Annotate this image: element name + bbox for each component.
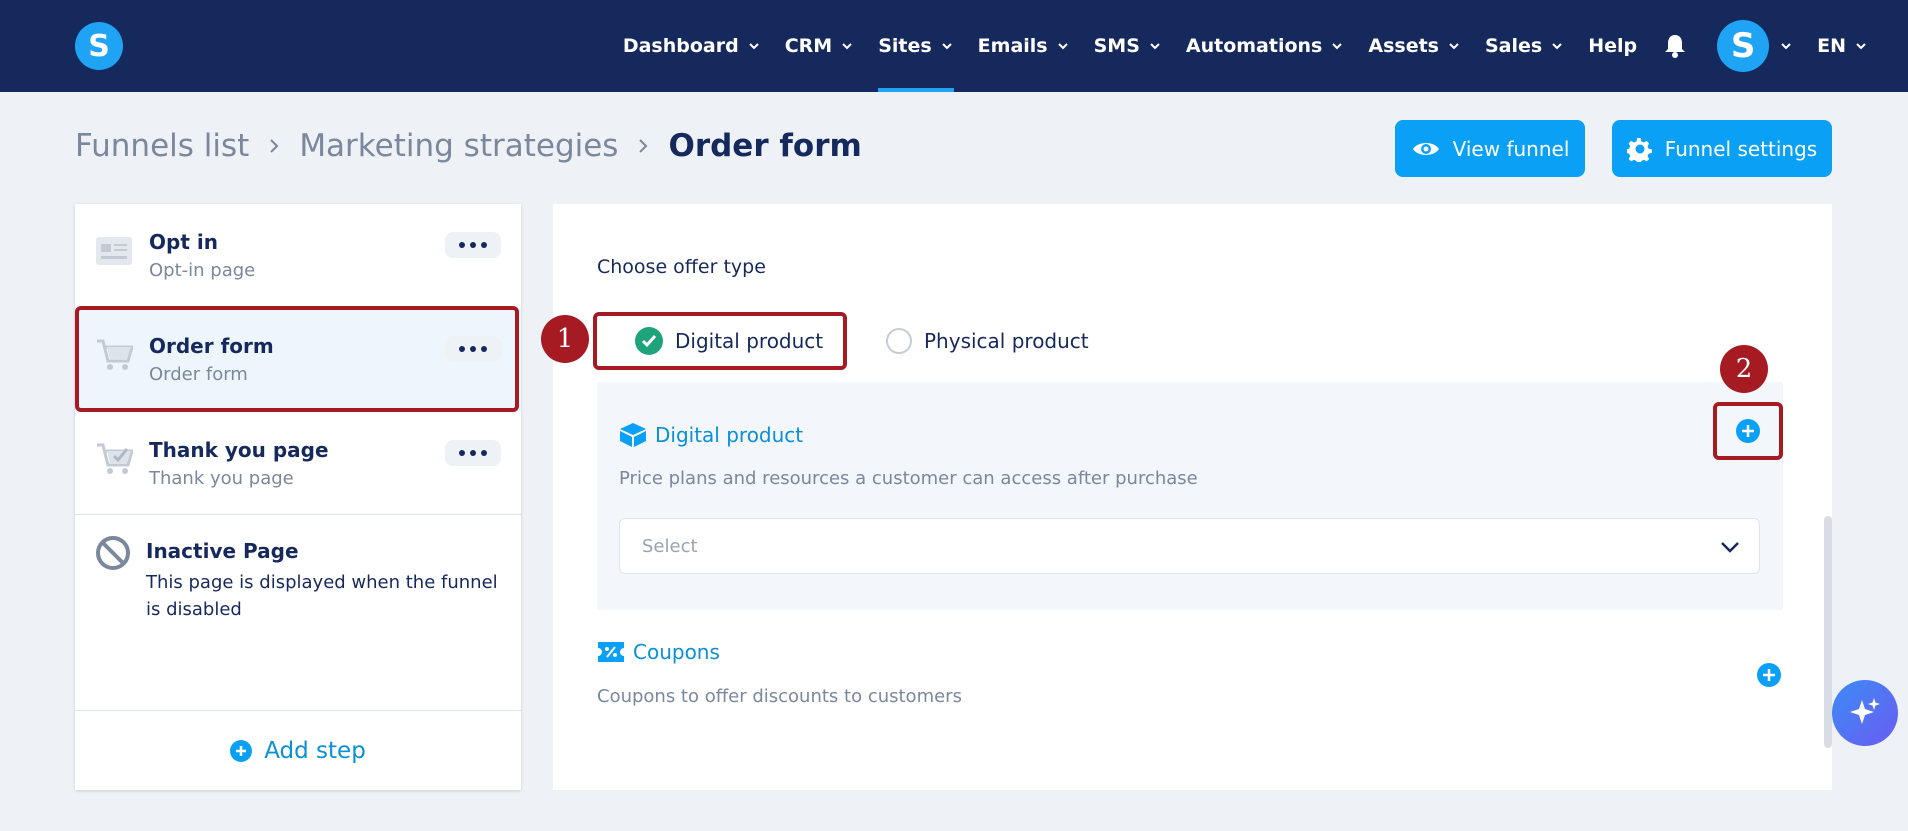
digital-product-section: Digital product Price plans and resource… <box>597 382 1783 610</box>
chevron-down-icon <box>1856 43 1866 50</box>
breadcrumb-marketing-strategies[interactable]: Marketing strategies <box>299 128 618 164</box>
section-description: Coupons to offer discounts to customers <box>597 686 962 707</box>
nav-item-crm[interactable]: CRM <box>785 0 854 92</box>
add-step-label: Add step <box>264 737 366 764</box>
language-selector[interactable]: EN <box>1817 0 1868 92</box>
nav-label: Sites <box>878 35 932 57</box>
radio-label: Physical product <box>924 329 1089 353</box>
section-title: Digital product <box>655 423 804 447</box>
sparkle-icon <box>1850 698 1880 724</box>
user-menu[interactable]: S <box>1717 20 1793 72</box>
section-title: Coupons <box>633 640 720 664</box>
nav-label: Help <box>1588 35 1638 57</box>
add-step-button[interactable]: Add step <box>75 710 521 790</box>
breadcrumb-funnels-list[interactable]: Funnels list <box>75 128 249 164</box>
coupons-heading: Coupons <box>597 640 720 664</box>
more-options-button[interactable] <box>445 232 501 258</box>
nav-label: Dashboard <box>622 35 739 57</box>
funnel-steps-panel: Opt in Opt-in page Order form Order form… <box>75 204 521 790</box>
step-subtitle: Order form <box>149 364 248 385</box>
nav-menu: Dashboard CRM Sites Emails SMS Automatio… <box>599 0 1868 92</box>
chevron-down-icon <box>941 43 952 50</box>
page-title: Order form <box>668 128 862 164</box>
nav-label: SMS <box>1093 35 1140 57</box>
chevron-down-icon <box>1332 43 1343 50</box>
bell-icon[interactable] <box>1661 32 1689 60</box>
gear-icon <box>1626 137 1652 162</box>
more-options-button[interactable] <box>445 440 501 466</box>
plus-circle-icon <box>230 739 253 762</box>
scrollbar[interactable] <box>1824 516 1832 748</box>
chevron-down-icon <box>842 43 852 50</box>
eye-icon <box>1412 142 1439 155</box>
chevron-down-icon <box>1721 542 1739 553</box>
plus-circle-icon <box>1736 419 1760 443</box>
step-inactive-page[interactable]: Inactive Page This page is displayed whe… <box>75 514 521 710</box>
chevron-down-icon <box>1449 43 1459 50</box>
funnel-settings-button[interactable]: Funnel settings <box>1612 120 1832 177</box>
digital-product-heading: Digital product <box>619 422 803 448</box>
step-title: Inactive Page <box>146 539 299 563</box>
annotation-marker-2: 2 <box>1720 345 1768 393</box>
language-label: EN <box>1817 35 1846 57</box>
more-options-button[interactable] <box>445 336 501 362</box>
chevron-down-icon <box>1150 43 1160 50</box>
step-subtitle: Opt-in page <box>149 260 256 281</box>
step-title: Thank you page <box>149 438 329 462</box>
chevron-right-icon <box>639 139 648 153</box>
avatar: S <box>1717 20 1770 72</box>
chevron-down-icon <box>1552 43 1562 50</box>
funnel-settings-label: Funnel settings <box>1664 136 1818 161</box>
chevron-down-icon <box>1057 43 1068 50</box>
ai-assistant-button[interactable] <box>1832 680 1898 746</box>
plus-circle-icon[interactable] <box>1756 662 1782 688</box>
step-title: Order form <box>149 334 274 358</box>
radio-circle-icon <box>886 328 912 354</box>
nav-item-sites[interactable]: Sites <box>878 0 955 92</box>
chevron-down-icon <box>748 43 759 50</box>
radio-label: Digital product <box>675 329 824 353</box>
package-icon <box>620 423 646 447</box>
nav-item-sms[interactable]: SMS <box>1094 0 1162 92</box>
nav-label: Automations <box>1185 35 1323 57</box>
step-opt-in[interactable]: Opt in Opt-in page <box>75 204 521 308</box>
step-title: Opt in <box>149 230 218 254</box>
cart-icon <box>97 339 133 370</box>
disabled-icon <box>96 536 130 570</box>
annotation-marker-1: 1 <box>541 315 589 363</box>
view-funnel-label: View funnel <box>1452 136 1570 161</box>
price-plan-select[interactable]: Select <box>619 518 1760 574</box>
nav-item-emails[interactable]: Emails <box>978 0 1070 92</box>
add-price-plan-button[interactable] <box>1713 402 1783 460</box>
coupon-icon <box>598 642 624 662</box>
select-placeholder: Select <box>642 535 698 557</box>
step-order-form[interactable]: Order form Order form <box>75 308 521 412</box>
app-logo[interactable]: S <box>75 22 123 70</box>
nav-label: Emails <box>977 35 1048 57</box>
nav-label: Assets <box>1368 35 1439 57</box>
top-nav: S Dashboard CRM Sites Emails SMS Automat… <box>0 0 1908 92</box>
section-description: Price plans and resources a customer can… <box>619 468 1198 489</box>
step-description: This page is displayed when the funnel i… <box>146 572 498 620</box>
view-funnel-button[interactable]: View funnel <box>1395 120 1585 177</box>
nav-item-automations[interactable]: Automations <box>1186 0 1344 92</box>
cart-check-icon <box>97 443 133 474</box>
offer-type-physical-radio[interactable]: Physical product <box>886 312 1089 370</box>
offer-type-label: Choose offer type <box>597 256 766 278</box>
chevron-down-icon <box>1781 43 1791 50</box>
breadcrumb: Funnels list Marketing strategies Order … <box>75 128 862 164</box>
nav-label: CRM <box>784 35 833 57</box>
nav-item-help[interactable]: Help <box>1588 0 1637 92</box>
chevron-right-icon <box>270 139 279 153</box>
nav-item-sales[interactable]: Sales <box>1485 0 1564 92</box>
offer-settings-panel: Choose offer type Digital product Physic… <box>553 204 1832 790</box>
offer-type-digital-radio[interactable]: Digital product <box>593 312 847 370</box>
page-form-icon <box>96 237 132 265</box>
check-circle-icon <box>635 327 663 355</box>
nav-item-assets[interactable]: Assets <box>1368 0 1461 92</box>
step-thank-you[interactable]: Thank you page Thank you page <box>75 412 521 516</box>
nav-label: Sales <box>1484 35 1543 57</box>
nav-item-dashboard[interactable]: Dashboard <box>623 0 761 92</box>
step-subtitle: Thank you page <box>149 468 294 489</box>
